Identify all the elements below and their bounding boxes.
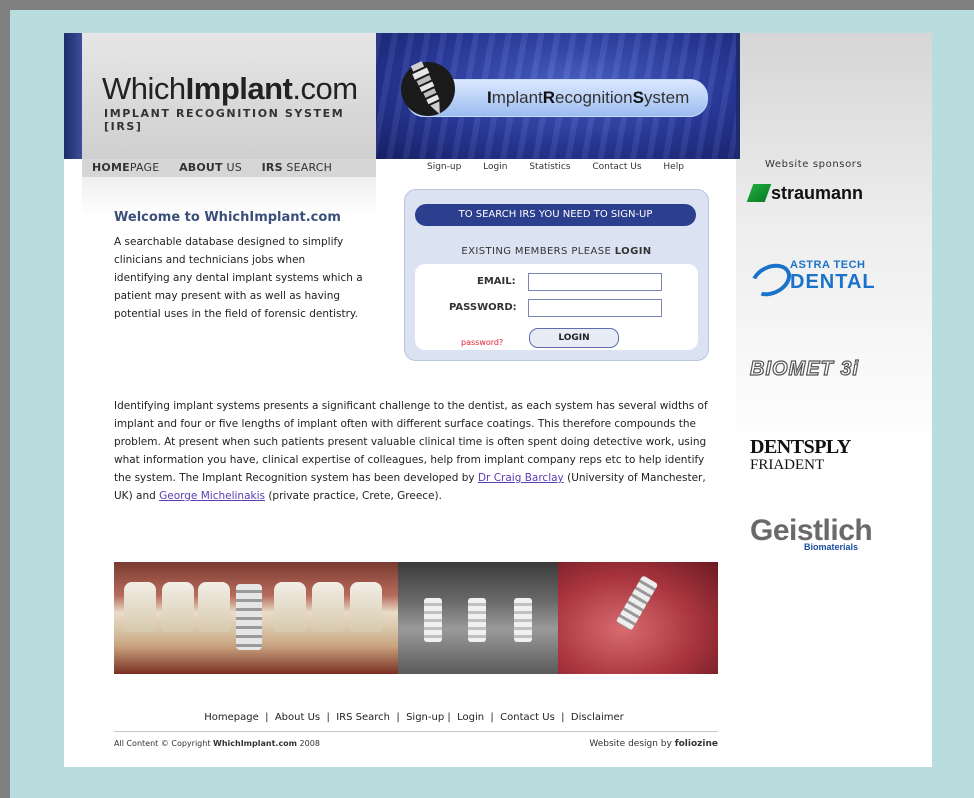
xray-photo xyxy=(398,562,558,674)
signup-banner-button[interactable]: TO SEARCH IRS YOU NEED TO SIGN-UP xyxy=(415,204,696,226)
sponsor-geistlich[interactable]: Geistlich Biomaterials xyxy=(750,514,930,552)
existing-members-heading: EXISTING MEMBERS PLEASE LOGIN xyxy=(461,246,652,257)
logo-edge-decoration xyxy=(64,33,82,159)
footer-link-disclaimer[interactable]: Disclaimer xyxy=(571,712,624,723)
login-button[interactable]: LOGIN xyxy=(529,328,619,348)
xray-implant-shape xyxy=(424,598,442,642)
footer-divider xyxy=(114,731,718,732)
sponsor-dentsply-friadent[interactable]: DENTSPLY FRIADENT xyxy=(750,436,930,474)
welcome-heading: Welcome to WhichImplant.com xyxy=(114,210,341,225)
surgical-photo xyxy=(558,562,718,674)
footer-link-login[interactable]: Login xyxy=(457,712,484,723)
sponsors-heading: Website sponsors xyxy=(765,159,863,170)
sponsor-biomet-3i[interactable]: BIOMET 3i xyxy=(749,357,930,381)
implant-crown-photo xyxy=(114,562,398,674)
tooth-shape xyxy=(198,582,230,632)
tooth-shape xyxy=(162,582,194,632)
tooth-shape xyxy=(312,582,344,632)
forgot-password-link[interactable]: password? xyxy=(461,338,503,347)
george-michelinakis-link[interactable]: George Michelinakis xyxy=(159,490,265,502)
implant-abutment-shape xyxy=(236,584,262,650)
surgical-implant-shape xyxy=(615,575,659,631)
top-nav-statistics[interactable]: Statistics xyxy=(529,162,570,172)
site-logo[interactable]: WhichImplant.com IMPLANT RECOGNITION SYS… xyxy=(82,33,376,159)
footer-link-irs-search[interactable]: IRS Search xyxy=(336,712,390,723)
tooth-shape xyxy=(350,582,382,632)
login-panel: TO SEARCH IRS YOU NEED TO SIGN-UP EXISTI… xyxy=(404,189,709,361)
password-field[interactable] xyxy=(528,299,662,317)
welcome-text: A searchable database designed to simpli… xyxy=(114,236,363,320)
top-nav-contact-us[interactable]: Contact Us xyxy=(592,162,641,172)
window-frame-top xyxy=(0,0,974,10)
main-nav: HOMEPAGE ABOUT US IRS SEARCH xyxy=(92,161,348,174)
window-frame-left xyxy=(0,0,10,798)
top-nav-login[interactable]: Login xyxy=(483,162,507,172)
tooth-shape xyxy=(124,582,156,632)
xray-implant-shape xyxy=(468,598,486,642)
footer-nav: Homepage | About Us | IRS Search | Sign-… xyxy=(204,712,624,723)
foliozine-link[interactable]: foliozine xyxy=(675,739,718,749)
footer-link-signup[interactable]: Sign-up xyxy=(406,712,444,723)
site-logo-title: WhichImplant.com xyxy=(102,71,358,106)
tooth-shape xyxy=(274,582,306,632)
craig-barclay-link[interactable]: Dr Craig Barclay xyxy=(478,472,564,484)
nav-homepage[interactable]: HOMEPAGE xyxy=(92,161,159,174)
email-field[interactable] xyxy=(528,273,662,291)
top-nav-signup[interactable]: Sign-up xyxy=(427,162,461,172)
straumann-logo-icon xyxy=(746,184,772,202)
footer-link-homepage[interactable]: Homepage xyxy=(204,712,259,723)
password-label: PASSWORD: xyxy=(449,302,517,313)
site-logo-subtitle: IMPLANT RECOGNITION SYSTEM [IRS] xyxy=(104,107,345,133)
header-banner: ImplantRecognitionSystem xyxy=(376,33,736,159)
login-form: EMAIL: PASSWORD: password? LOGIN xyxy=(415,264,698,350)
nav-irs-search[interactable]: IRS SEARCH xyxy=(262,161,333,174)
page-container: WhichImplant.com IMPLANT RECOGNITION SYS… xyxy=(64,33,932,767)
top-nav-help[interactable]: Help xyxy=(663,162,684,172)
banner-edge-decoration xyxy=(736,33,740,159)
xray-implant-shape xyxy=(514,598,532,642)
design-credit: Website design by foliozine xyxy=(589,739,718,749)
nav-about-us[interactable]: ABOUT US xyxy=(179,161,242,174)
implant-screw-icon xyxy=(401,61,455,116)
email-label: EMAIL: xyxy=(477,276,516,287)
footer-link-contact-us[interactable]: Contact Us xyxy=(500,712,555,723)
footer-link-about-us[interactable]: About Us xyxy=(275,712,320,723)
sponsor-column-background xyxy=(736,33,932,453)
top-nav: Sign-up Login Statistics Contact Us Help xyxy=(427,162,703,172)
sponsor-straumann[interactable]: straumann xyxy=(746,183,930,204)
irs-banner-text: ImplantRecognitionSystem xyxy=(487,88,690,107)
intro-paragraph: Identifying implant systems presents a s… xyxy=(114,400,708,502)
